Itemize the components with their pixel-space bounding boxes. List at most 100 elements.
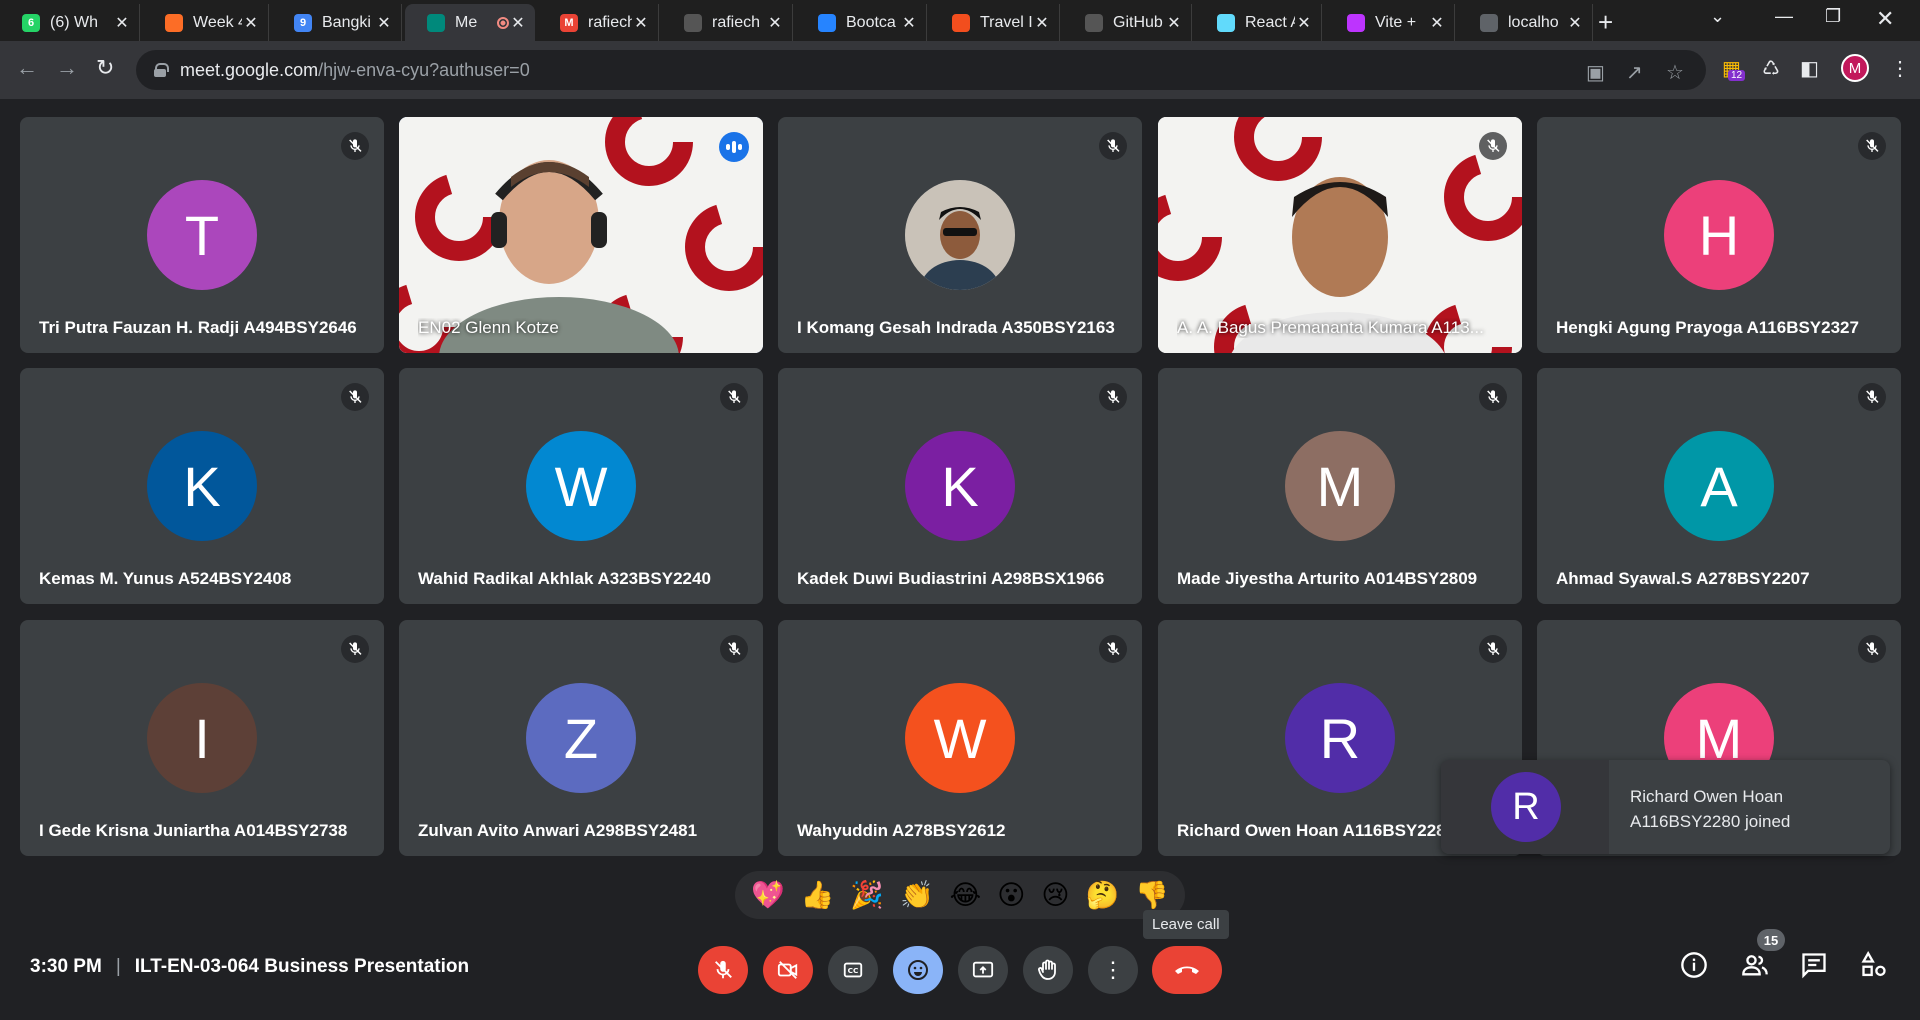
close-window-button[interactable]: ✕ [1876, 6, 1894, 32]
mic-off-icon [715, 960, 732, 979]
participant-tile[interactable]: I I Gede Krisna Juniartha A014BSY2738 [20, 620, 384, 856]
camera-off-icon [777, 961, 798, 979]
microphone-toggle-button[interactable] [698, 946, 748, 994]
participant-name: EN02 Glenn Kotze [418, 318, 559, 337]
toast-avatar: R [1491, 772, 1561, 842]
chat-icon[interactable] [1800, 951, 1828, 986]
participant-tile[interactable]: Z Zulvan Avito Anwari A298BSY2481 [399, 620, 763, 856]
close-tab-icon[interactable]: ✕ [1566, 13, 1584, 33]
browser-toolbar: ← → ↻ meet.google.com/hjw-enva-cyu?authu… [0, 41, 1920, 99]
browser-tab[interactable]: Me ✕ [405, 4, 535, 41]
browser-tab[interactable]: 9 Bangki ✕ [272, 4, 402, 41]
tab-search-icon[interactable]: ⌄ [1710, 6, 1725, 27]
close-tab-icon[interactable]: ✕ [375, 13, 393, 33]
close-tab-icon[interactable]: ✕ [1295, 13, 1313, 33]
muted-mic-icon [1099, 383, 1127, 411]
present-now-button[interactable] [958, 946, 1008, 994]
avatar [905, 180, 1015, 290]
meeting-title[interactable]: ILT-EN-03-064 Business Presentation [135, 956, 469, 978]
globe-icon [1480, 13, 1498, 32]
reaction-emoji[interactable]: 👏 [900, 882, 934, 909]
present-screen-icon [972, 961, 994, 978]
camera-in-use-icon[interactable]: ▣ [1586, 60, 1605, 85]
participant-tile[interactable]: K Kemas M. Yunus A524BSY2408 [20, 368, 384, 604]
muted-mic-icon [720, 635, 748, 663]
toast-message-line1: Richard Owen Hoan [1630, 787, 1784, 806]
side-panel-icon[interactable]: ◧ [1800, 56, 1819, 81]
bookmark-star-icon[interactable]: ☆ [1666, 60, 1684, 85]
participant-tile[interactable]: K Kadek Duwi Budiastrini A298BSX1966 [778, 368, 1142, 604]
activities-icon[interactable] [1860, 950, 1888, 986]
participant-tile[interactable]: A. A. Bagus Premananta Kumara A113... [1158, 117, 1522, 353]
close-tab-icon[interactable]: ✕ [1428, 13, 1446, 33]
profile-avatar[interactable]: M [1841, 54, 1869, 82]
new-tab-button[interactable]: + [1598, 7, 1613, 38]
close-tab-icon[interactable]: ✕ [509, 13, 527, 33]
browser-tab[interactable]: Mrafiech ✕ [538, 4, 659, 41]
browser-tab[interactable]: Vite + ✕ [1325, 4, 1455, 41]
minimize-button[interactable]: — [1775, 6, 1793, 27]
reaction-emoji[interactable]: 😂 [950, 882, 982, 909]
captions-button[interactable]: CC [828, 946, 878, 994]
participant-tile[interactable]: W Wahyuddin A278BSY2612 [778, 620, 1142, 856]
send-reaction-button[interactable] [893, 946, 943, 994]
participant-tile[interactable]: EN02 Glenn Kotze [399, 117, 763, 353]
more-options-button[interactable]: ⋮ [1088, 946, 1138, 994]
tab-title: React A [1245, 13, 1295, 31]
raise-hand-button[interactable] [1023, 946, 1073, 994]
reaction-emoji[interactable]: 🤔 [1086, 882, 1120, 909]
close-tab-icon[interactable]: ✕ [1033, 13, 1051, 33]
participant-tile[interactable]: A Ahmad Syawal.S A278BSY2207 [1537, 368, 1901, 604]
close-tab-icon[interactable]: ✕ [242, 13, 260, 33]
close-tab-icon[interactable]: ✕ [632, 13, 650, 33]
forward-icon[interactable]: → [56, 55, 78, 81]
participant-tile[interactable]: M Made Jiyestha Arturito A014BSY2809 [1158, 368, 1522, 604]
browser-tab[interactable]: rafiech ✕ [662, 4, 793, 41]
share-icon[interactable]: ↗ [1626, 60, 1643, 85]
close-tab-icon[interactable]: ✕ [1165, 13, 1183, 33]
back-icon[interactable]: ← [16, 55, 38, 81]
browser-tab[interactable]: GitHub ✕ [1063, 4, 1192, 41]
leave-call-button[interactable] [1152, 946, 1222, 994]
participant-tile[interactable]: H Hengki Agung Prayoga A116BSY2327 [1537, 117, 1901, 353]
close-tab-icon[interactable]: ✕ [766, 13, 784, 33]
participant-name: Hengki Agung Prayoga A116BSY2327 [1556, 318, 1859, 337]
close-tab-icon[interactable]: ✕ [900, 13, 918, 33]
reaction-emoji[interactable]: 💖 [751, 882, 785, 909]
participant-tile[interactable]: T Tri Putra Fauzan H. Radji A494BSY2646 [20, 117, 384, 353]
reaction-emoji[interactable]: 👎 [1135, 882, 1169, 909]
tab-title: Me [455, 13, 478, 31]
browser-tab[interactable]: localho ✕ [1458, 4, 1593, 41]
reaction-emoji[interactable]: 🎉 [850, 882, 884, 909]
browser-tab[interactable]: 6 (6) Wh ✕ [0, 4, 140, 41]
reaction-emoji[interactable]: 👍 [801, 882, 835, 909]
camera-toggle-button[interactable] [763, 946, 813, 994]
url-path: /hjw-enva-cyu?authuser=0 [318, 59, 530, 80]
join-notification: R Richard Owen Hoan A116BSY2280 joined [1441, 760, 1890, 854]
close-tab-icon[interactable]: ✕ [113, 13, 131, 33]
reload-icon[interactable]: ↻ [96, 55, 114, 81]
reaction-emoji[interactable]: 😢 [1041, 882, 1069, 909]
participant-tile[interactable]: I Komang Gesah Indrada A350BSY2163 [778, 117, 1142, 353]
avatar: W [526, 431, 636, 541]
meeting-details-icon[interactable] [1680, 951, 1708, 986]
participant-tile[interactable]: W Wahid Radikal Akhlak A323BSY2240 [399, 368, 763, 604]
address-bar[interactable]: meet.google.com/hjw-enva-cyu?authuser=0 … [136, 50, 1706, 90]
whatsapp-icon: 6 [22, 13, 40, 32]
participant-name: Kadek Duwi Budiastrini A298BSX1966 [797, 569, 1105, 588]
maximize-button[interactable]: ❐ [1825, 6, 1841, 27]
extensions-puzzle-icon[interactable]: ♺ [1762, 56, 1780, 81]
muted-mic-icon [720, 383, 748, 411]
browser-tab[interactable]: Bootca ✕ [796, 4, 927, 41]
people-icon[interactable] [1740, 951, 1770, 986]
browser-menu-icon[interactable]: ⋮ [1890, 56, 1910, 81]
avatar: T [147, 180, 257, 290]
reaction-emoji[interactable]: 😮 [997, 882, 1025, 909]
browser-tab[interactable]: React A✕ [1195, 4, 1322, 41]
svg-text:CC: CC [848, 966, 859, 975]
avatar: M [1285, 431, 1395, 541]
github-icon [684, 13, 702, 32]
lock-icon[interactable] [154, 63, 169, 77]
browser-tab[interactable]: Week 4 ✕ [143, 4, 269, 41]
browser-tab[interactable]: Travel I ✕ [930, 4, 1060, 41]
